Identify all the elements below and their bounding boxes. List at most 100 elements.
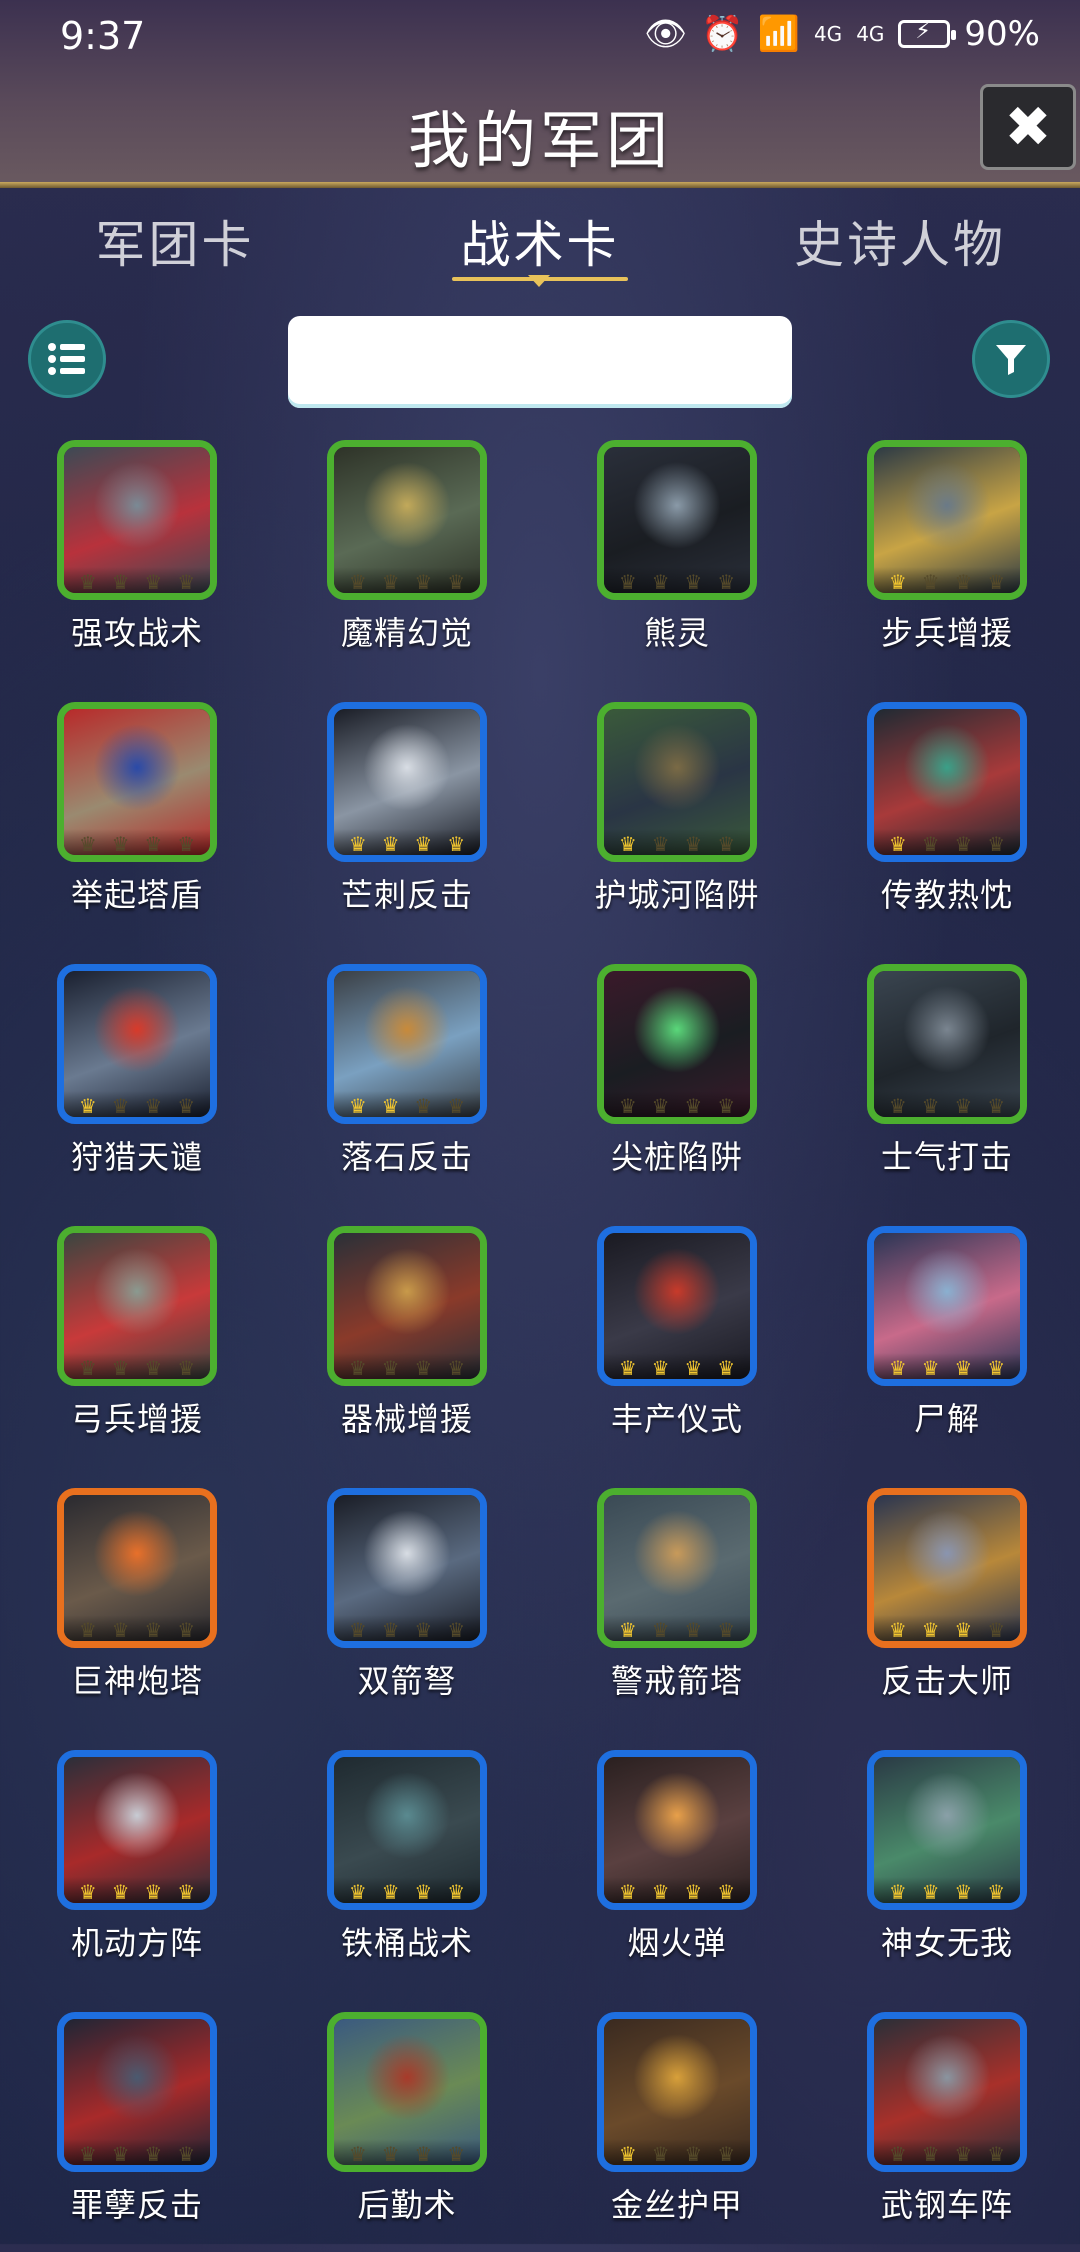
card-art-frame: ♛ ♛ ♛ ♛: [597, 1488, 757, 1648]
crown-icon: ♛: [684, 1094, 703, 1118]
crown-icon: ♛: [684, 832, 703, 856]
tactic-card[interactable]: ♛ ♛ ♛ ♛ 丰产仪式: [540, 1226, 790, 1466]
crown-icon: ♛: [921, 570, 940, 594]
crown-icon: ♛: [651, 1094, 670, 1118]
card-art-frame: ♛ ♛ ♛ ♛: [327, 1750, 487, 1910]
star-rating: ♛ ♛ ♛ ♛: [604, 1091, 750, 1117]
tactic-card[interactable]: ♛ ♛ ♛ ♛ 警戒箭塔: [540, 1488, 790, 1728]
card-art-frame: ♛ ♛ ♛ ♛: [597, 2012, 757, 2172]
tactic-card[interactable]: ♛ ♛ ♛ ♛ 金丝护甲: [540, 2012, 790, 2252]
tactic-card[interactable]: ♛ ♛ ♛ ♛ 熊灵: [540, 440, 790, 680]
crown-icon: ♛: [684, 2142, 703, 2166]
card-name: 丰产仪式: [610, 1400, 743, 1438]
tactic-card[interactable]: ♛ ♛ ♛ ♛ 机动方阵: [0, 1750, 250, 1990]
crown-icon: ♛: [447, 2142, 466, 2166]
tab-bar: 军团卡 战术卡 史诗人物: [0, 205, 1080, 295]
tactic-card[interactable]: ♛ ♛ ♛ ♛ 芒刺反击: [270, 702, 520, 942]
crown-icon: ♛: [651, 1356, 670, 1380]
tab-tactic-cards[interactable]: 战术卡: [455, 205, 625, 277]
card-name: 金丝护甲: [610, 2186, 743, 2224]
crown-icon: ♛: [921, 1356, 940, 1380]
crown-icon: ♛: [414, 1356, 433, 1380]
tactic-card[interactable]: ♛ ♛ ♛ ♛ 举起塔盾: [0, 702, 250, 942]
crown-icon: ♛: [921, 1618, 940, 1642]
tactic-card[interactable]: ♛ ♛ ♛ ♛ 尸解: [810, 1226, 1060, 1466]
filter-button[interactable]: [972, 320, 1050, 398]
tactic-card[interactable]: ♛ ♛ ♛ ♛ 尖桩陷阱: [540, 964, 790, 1204]
card-name: 器械增援: [340, 1400, 473, 1438]
crown-icon: ♛: [717, 1356, 736, 1380]
star-rating: ♛ ♛ ♛ ♛: [604, 829, 750, 855]
crown-icon: ♛: [717, 2142, 736, 2166]
crown-icon: ♛: [987, 1618, 1006, 1642]
tactic-card[interactable]: ♛ ♛ ♛ ♛ 强攻战术: [0, 440, 250, 680]
crown-icon: ♛: [447, 1094, 466, 1118]
crown-icon: ♛: [177, 2142, 196, 2166]
card-art-frame: ♛ ♛ ♛ ♛: [57, 1226, 217, 1386]
crown-icon: ♛: [447, 570, 466, 594]
crown-icon: ♛: [651, 2142, 670, 2166]
tactic-card[interactable]: ♛ ♛ ♛ ♛ 罪孽反击: [0, 2012, 250, 2252]
tactic-card[interactable]: ♛ ♛ ♛ ♛ 传教热忱: [810, 702, 1060, 942]
tactic-card[interactable]: ♛ ♛ ♛ ♛ 铁桶战术: [270, 1750, 520, 1990]
tab-epic-characters[interactable]: 史诗人物: [790, 205, 1010, 277]
active-tab-marker: [528, 275, 550, 287]
tactic-card[interactable]: ♛ ♛ ♛ ♛ 弓兵增援: [0, 1226, 250, 1466]
card-name: 芒刺反击: [340, 876, 473, 914]
card-name: 举起塔盾: [70, 876, 203, 914]
tactic-card[interactable]: ♛ ♛ ♛ ♛ 武钢车阵: [810, 2012, 1060, 2252]
card-name: 武钢车阵: [880, 2186, 1013, 2224]
tactic-card[interactable]: ♛ ♛ ♛ ♛ 双箭弩: [270, 1488, 520, 1728]
card-name: 尸解: [913, 1400, 980, 1438]
crown-icon: ♛: [684, 570, 703, 594]
search-input[interactable]: [288, 316, 792, 408]
star-rating: ♛ ♛ ♛ ♛: [334, 829, 480, 855]
crown-icon: ♛: [447, 1618, 466, 1642]
tactic-card[interactable]: ♛ ♛ ♛ ♛ 落石反击: [270, 964, 520, 1204]
crown-icon: ♛: [144, 832, 163, 856]
clock: 9:37: [60, 14, 146, 58]
crown-icon: ♛: [921, 2142, 940, 2166]
crown-icon: ♛: [921, 832, 940, 856]
star-rating: ♛ ♛ ♛ ♛: [64, 567, 210, 593]
card-name: 步兵增援: [880, 614, 1013, 652]
close-button[interactable]: ✖: [980, 84, 1076, 170]
crown-icon: ♛: [888, 832, 907, 856]
tactic-card[interactable]: ♛ ♛ ♛ ♛ 巨神炮塔: [0, 1488, 250, 1728]
crown-icon: ♛: [987, 2142, 1006, 2166]
tactic-card[interactable]: ♛ ♛ ♛ ♛ 后勤术: [270, 2012, 520, 2252]
crown-icon: ♛: [987, 1880, 1006, 1904]
list-view-button[interactable]: [28, 320, 106, 398]
tactic-card[interactable]: ♛ ♛ ♛ ♛ 步兵增援: [810, 440, 1060, 680]
tactic-card[interactable]: ♛ ♛ ♛ ♛ 魔精幻觉: [270, 440, 520, 680]
star-rating: ♛ ♛ ♛ ♛: [604, 2139, 750, 2165]
crown-icon: ♛: [111, 570, 130, 594]
tactic-card[interactable]: ♛ ♛ ♛ ♛ 士气打击: [810, 964, 1060, 1204]
tactic-card[interactable]: ♛ ♛ ♛ ♛ 神女无我: [810, 1750, 1060, 1990]
tactic-card[interactable]: ♛ ♛ ♛ ♛ 烟火弹: [540, 1750, 790, 1990]
card-name: 反击大师: [880, 1662, 1013, 1700]
card-art-frame: ♛ ♛ ♛ ♛: [327, 964, 487, 1124]
card-name: 烟火弹: [627, 1924, 727, 1962]
tab-legion-cards[interactable]: 军团卡: [95, 205, 255, 277]
tactic-card[interactable]: ♛ ♛ ♛ ♛ 器械增援: [270, 1226, 520, 1466]
tactic-card[interactable]: ♛ ♛ ♛ ♛ 狩猎天谴: [0, 964, 250, 1204]
crown-icon: ♛: [78, 1094, 97, 1118]
crown-icon: ♛: [954, 1880, 973, 1904]
crown-icon: ♛: [144, 1356, 163, 1380]
card-name: 狩猎天谴: [70, 1138, 203, 1176]
list-icon: [48, 343, 85, 375]
crown-icon: ♛: [111, 1618, 130, 1642]
signal-icon-2: 4G: [856, 22, 885, 46]
crown-icon: ♛: [177, 570, 196, 594]
eye-icon: 👁: [644, 14, 688, 54]
wifi-icon: 📶: [757, 14, 800, 54]
crown-icon: ♛: [414, 570, 433, 594]
crown-icon: ♛: [381, 2142, 400, 2166]
tactic-card[interactable]: ♛ ♛ ♛ ♛ 护城河陷阱: [540, 702, 790, 942]
header-divider: [0, 182, 1080, 188]
crown-icon: ♛: [954, 1356, 973, 1380]
tactic-card[interactable]: ♛ ♛ ♛ ♛ 反击大师: [810, 1488, 1060, 1728]
crown-icon: ♛: [177, 1880, 196, 1904]
crown-icon: ♛: [348, 1356, 367, 1380]
